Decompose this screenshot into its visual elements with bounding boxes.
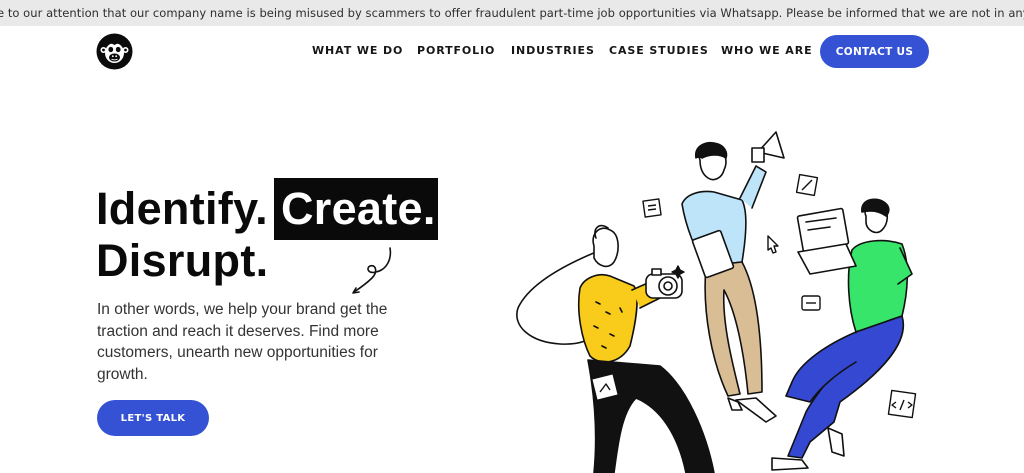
- headline-highlight-text: Create.: [281, 183, 436, 234]
- nav-case-studies[interactable]: CASE STUDIES: [609, 44, 709, 57]
- hero-description: In other words, we help your brand get t…: [97, 301, 388, 383]
- monkey-icon[interactable]: [96, 33, 133, 70]
- nav-industries[interactable]: INDUSTRIES: [511, 44, 595, 57]
- squiggle-decoration: [352, 247, 392, 294]
- nav-what-we-do[interactable]: WHAT WE DO: [312, 44, 403, 57]
- hero-headline: Identify. Disrupt.: [96, 183, 268, 287]
- announcement-text: e to our attention that our company name…: [0, 6, 1024, 20]
- man-megaphone-figure: [681, 131, 785, 423]
- contact-us-button[interactable]: CONTACT US: [820, 35, 929, 68]
- nav-portfolio[interactable]: PORTFOLIO: [417, 44, 495, 57]
- headline-line-2: Disrupt.: [96, 235, 269, 286]
- headline-line-1: Identify.: [96, 183, 268, 234]
- woman-figure: [516, 224, 715, 473]
- announcement-bar: e to our attention that our company name…: [0, 0, 1024, 26]
- lets-talk-button[interactable]: LET'S TALK: [97, 400, 209, 436]
- hero-illustration: [516, 131, 917, 473]
- nav-who-we-are[interactable]: WHO WE ARE: [721, 44, 813, 57]
- man-laptop-figure: [771, 198, 913, 471]
